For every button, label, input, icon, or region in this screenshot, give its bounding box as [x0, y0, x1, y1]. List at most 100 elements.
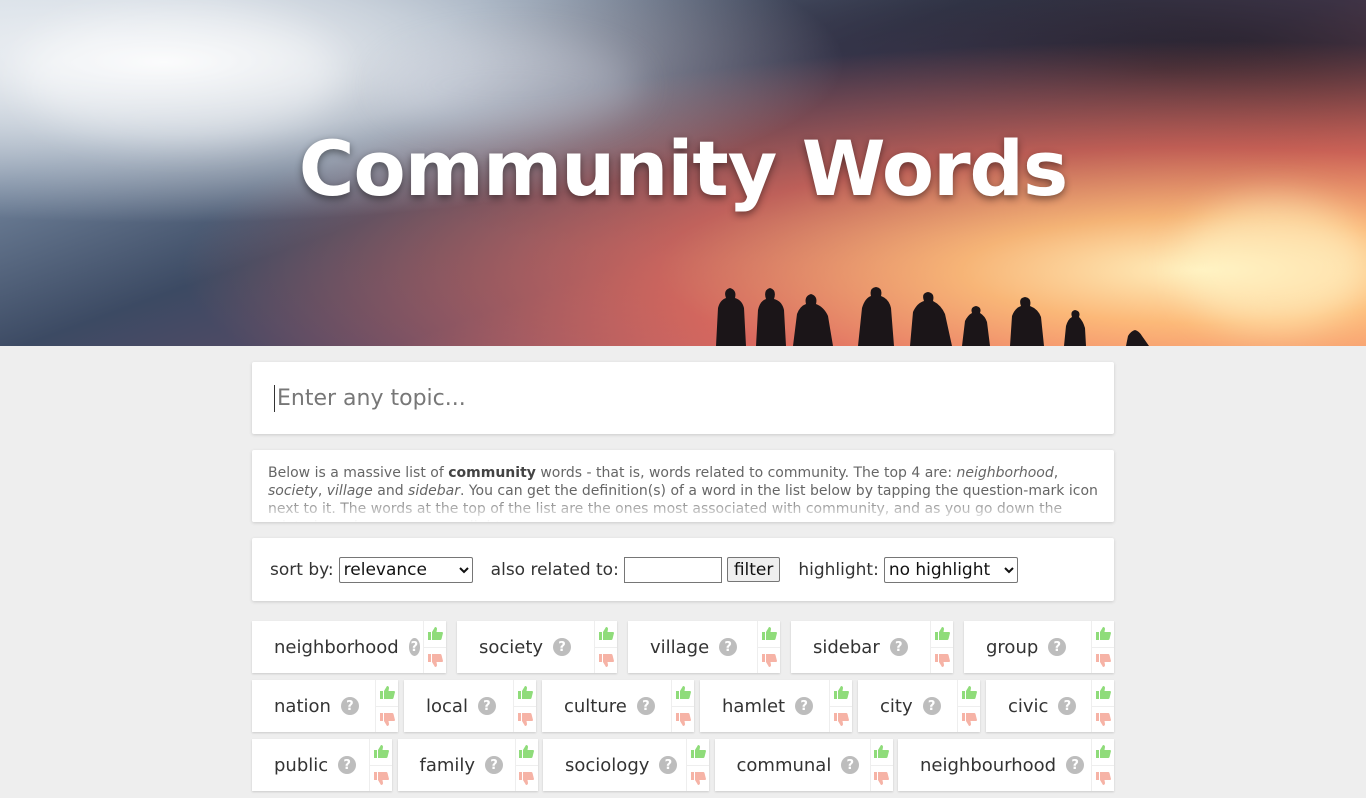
thumbs-down-icon[interactable]	[516, 766, 538, 792]
cloud-decoration	[20, 10, 340, 140]
word-item[interactable]: village ?	[628, 621, 780, 673]
word-item[interactable]: public ?	[252, 739, 392, 791]
word-item[interactable]: city ?	[858, 680, 980, 732]
word-text[interactable]: society	[479, 637, 543, 658]
word-item[interactable]: local ?	[404, 680, 536, 732]
word-item[interactable]: neighbourhood ?	[898, 739, 1114, 791]
thumbs-down-icon[interactable]	[376, 707, 398, 733]
question-mark-icon[interactable]: ?	[485, 756, 504, 774]
word-item[interactable]: family ?	[397, 739, 538, 792]
word-text[interactable]: nation	[274, 696, 331, 717]
thumbs-down-icon[interactable]	[370, 766, 392, 792]
word-item[interactable]: neighborhood ?	[252, 621, 446, 673]
word-text[interactable]: neighborhood	[274, 637, 399, 658]
thumbs-down-icon[interactable]	[871, 766, 893, 792]
word-row: public ? family ? sociology ? communal ?…	[252, 739, 1114, 791]
word-item[interactable]: sociology ?	[543, 739, 709, 791]
thumbs-up-icon[interactable]	[958, 680, 980, 707]
word-text[interactable]: communal	[737, 755, 832, 776]
thumbs-up-icon[interactable]	[931, 621, 953, 648]
related-label: also related to:	[490, 559, 619, 580]
topic-search-input[interactable]	[274, 384, 1092, 412]
sort-label: sort by:	[270, 559, 334, 580]
question-mark-icon[interactable]: ?	[1058, 697, 1077, 715]
question-mark-icon[interactable]: ?	[477, 697, 496, 715]
highlight-select[interactable]: no highlight	[883, 556, 1018, 583]
vote-controls	[869, 739, 893, 792]
word-text[interactable]: civic	[1008, 696, 1048, 717]
thumbs-up-icon[interactable]	[758, 621, 780, 648]
question-mark-icon[interactable]: ?	[636, 697, 655, 715]
word-item[interactable]: sidebar ?	[791, 621, 953, 673]
word-text[interactable]: public	[274, 755, 328, 776]
thumbs-down-icon[interactable]	[958, 707, 980, 733]
thumbs-down-icon[interactable]	[424, 648, 446, 674]
word-item[interactable]: society ?	[457, 621, 617, 673]
question-mark-icon[interactable]: ?	[889, 638, 908, 656]
thumbs-up-icon[interactable]	[514, 680, 536, 707]
word-text[interactable]: family	[420, 755, 476, 776]
question-mark-icon[interactable]: ?	[1066, 756, 1085, 774]
thumbs-down-icon[interactable]	[687, 766, 709, 792]
thumbs-up-icon[interactable]	[424, 621, 446, 648]
thumbs-down-icon[interactable]	[830, 707, 852, 733]
thumbs-down-icon[interactable]	[1092, 648, 1114, 674]
page-title: Community Words	[298, 124, 1068, 213]
thumbs-up-icon[interactable]	[376, 680, 398, 707]
thumbs-up-icon[interactable]	[370, 739, 392, 766]
word-text[interactable]: neighbourhood	[920, 755, 1056, 776]
description-fade[interactable]	[252, 496, 1114, 522]
thumbs-down-icon[interactable]	[1092, 766, 1114, 792]
word-item[interactable]: group ?	[964, 621, 1114, 673]
thumbs-down-icon[interactable]	[1092, 707, 1114, 733]
question-mark-icon[interactable]: ?	[922, 697, 941, 715]
question-mark-icon[interactable]: ?	[338, 756, 357, 774]
word-text[interactable]: village	[650, 637, 709, 658]
thumbs-down-icon[interactable]	[595, 648, 617, 674]
thumbs-down-icon[interactable]	[672, 707, 694, 733]
word-text[interactable]: hamlet	[722, 696, 785, 717]
question-mark-icon[interactable]: ?	[841, 756, 860, 774]
thumbs-up-icon[interactable]	[1092, 680, 1114, 707]
thumbs-up-icon[interactable]	[595, 621, 617, 648]
word-list: neighborhood ? society ? village ? sideb…	[252, 621, 1114, 798]
word-item[interactable]: culture ?	[542, 680, 694, 732]
word-text[interactable]: local	[426, 696, 468, 717]
thumbs-up-icon[interactable]	[515, 739, 538, 766]
cloud-decoration	[380, 40, 640, 130]
thumbs-up-icon[interactable]	[830, 680, 852, 707]
word-text[interactable]: city	[880, 696, 913, 717]
word-row: nation ? local ? culture ? hamlet ? city…	[252, 680, 1114, 732]
thumbs-down-icon[interactable]	[758, 648, 780, 674]
filter-button[interactable]: filter	[726, 557, 781, 582]
question-mark-icon[interactable]: ?	[659, 756, 678, 774]
word-item[interactable]: hamlet ?	[700, 680, 852, 732]
word-text[interactable]: sociology	[565, 755, 649, 776]
thumbs-down-icon[interactable]	[514, 707, 536, 733]
question-mark-icon[interactable]: ?	[340, 697, 359, 715]
word-text[interactable]: sidebar	[813, 637, 880, 658]
people-silhouette-icon	[716, 287, 1149, 346]
word-item[interactable]: communal ?	[714, 739, 893, 792]
vote-controls	[369, 739, 392, 791]
word-text[interactable]: culture	[564, 696, 627, 717]
sort-select[interactable]: relevance	[338, 556, 473, 583]
vote-controls	[829, 680, 852, 732]
thumbs-up-icon[interactable]	[1092, 739, 1114, 766]
word-text[interactable]: group	[986, 637, 1038, 658]
question-mark-icon[interactable]: ?	[1048, 638, 1067, 656]
thumbs-up-icon[interactable]	[870, 739, 893, 766]
thumbs-up-icon[interactable]	[1092, 621, 1114, 648]
vote-controls	[594, 621, 617, 673]
word-item[interactable]: civic ?	[986, 680, 1114, 732]
question-mark-icon[interactable]: ?	[553, 638, 572, 656]
question-mark-icon[interactable]: ?	[795, 697, 814, 715]
thumbs-down-icon[interactable]	[931, 648, 953, 674]
thumbs-up-icon[interactable]	[687, 739, 709, 766]
word-item[interactable]: nation ?	[252, 680, 398, 732]
question-mark-icon[interactable]: ?	[719, 638, 738, 656]
related-input[interactable]	[623, 556, 722, 583]
question-mark-icon[interactable]: ?	[408, 638, 420, 656]
vote-controls	[757, 621, 780, 673]
thumbs-up-icon[interactable]	[672, 680, 694, 707]
